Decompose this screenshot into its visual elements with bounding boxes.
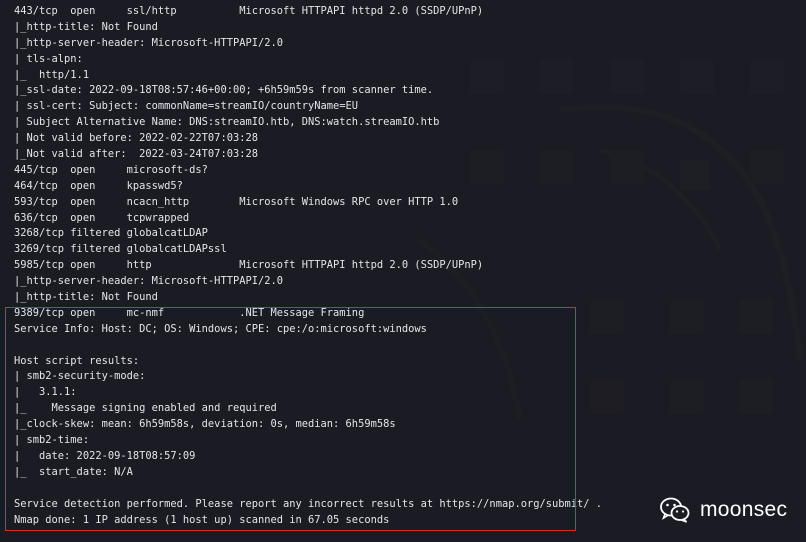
terminal-line: 464/tcp open kpasswd5?	[14, 179, 183, 192]
terminal-line: |_http-title: Not Found	[14, 20, 158, 33]
terminal-line: | Not valid before: 2022-02-22T07:03:28	[14, 132, 258, 145]
terminal-line: |_Not valid after: 2022-03-24T07:03:28	[14, 148, 258, 161]
watermark-text: moonsec	[700, 498, 788, 521]
terminal-line: |_http-server-header: Microsoft-HTTPAPI/…	[14, 275, 283, 288]
terminal-line: | Subject Alternative Name: DNS:streamIO…	[14, 116, 440, 129]
terminal-line: |_ssl-date: 2022-09-18T08:57:46+00:00; +…	[14, 84, 434, 97]
terminal-line: |_http-server-header: Microsoft-HTTPAPI/…	[14, 36, 283, 49]
terminal-line: | tls-alpn:	[14, 52, 83, 65]
terminal-line: 5985/tcp open http Microsoft HTTPAPI htt…	[14, 259, 484, 272]
highlight-annotation-box	[5, 307, 576, 531]
terminal-line: 593/tcp open ncacn_http Microsoft Window…	[14, 195, 459, 208]
terminal-line: 3268/tcp filtered globalcatLDAP	[14, 227, 208, 240]
wechat-icon	[660, 497, 690, 523]
terminal-line: 443/tcp open ssl/http Microsoft HTTPAPI …	[14, 5, 484, 17]
terminal-line: |_ http/1.1	[14, 68, 90, 81]
terminal-line: | ssl-cert: Subject: commonName=streamIO…	[14, 100, 359, 113]
terminal-line: 636/tcp open tcpwrapped	[14, 211, 190, 224]
terminal-line: 445/tcp open microsoft-ds?	[14, 163, 208, 176]
watermark: moonsec	[660, 497, 787, 523]
terminal-line: 3269/tcp filtered globalcatLDAPssl	[14, 243, 227, 256]
terminal-line: |_http-title: Not Found	[14, 291, 158, 304]
